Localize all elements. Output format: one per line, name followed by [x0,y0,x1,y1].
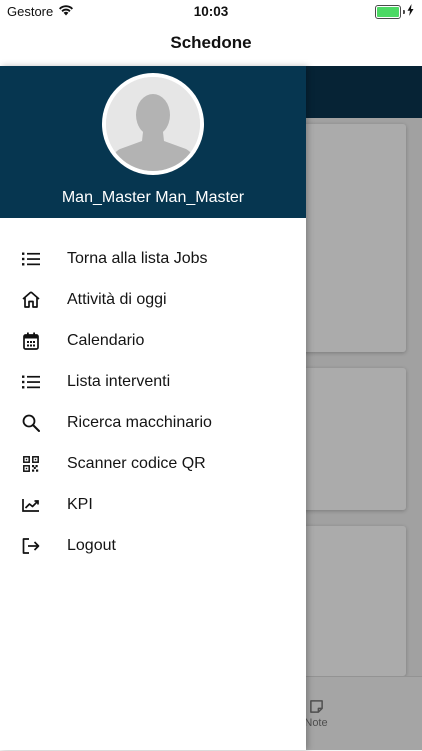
drawer-menu: Torna alla lista Jobs Attività di oggi C… [0,238,306,566]
navigation-bar: Schedone [0,22,422,66]
menu-item-attivita-di-oggi[interactable]: Attività di oggi [0,279,306,320]
menu-item-kpi[interactable]: KPI [0,484,306,525]
navigation-drawer: Man_Master Man_Master Torna alla lista J… [0,66,306,750]
menu-item-lista-interventi[interactable]: Lista interventi [0,361,306,402]
list-icon [20,248,42,270]
user-silhouette-icon [106,77,200,171]
menu-item-ricerca-macchinario[interactable]: Ricerca macchinario [0,402,306,443]
menu-item-label: Calendario [67,331,145,349]
menu-item-label: Ricerca macchinario [67,413,212,431]
qr-code-icon [20,453,42,475]
user-name: Man_Master Man_Master [61,189,245,206]
menu-item-label: Logout [67,536,116,554]
home-icon [20,289,42,311]
page-title: Schedone [170,33,252,52]
battery-icon [375,4,401,19]
menu-item-calendario[interactable]: Calendario [0,320,306,361]
list-icon [20,371,42,393]
menu-item-label: Scanner codice QR [67,454,206,472]
clock: 10:03 [193,4,229,19]
calendar-icon [20,330,42,352]
menu-item-scanner-codice-qr[interactable]: Scanner codice QR [0,443,306,484]
menu-item-label: KPI [67,495,93,513]
charging-bolt-icon [407,4,414,19]
menu-item-torna-alla-lista-jobs[interactable]: Torna alla lista Jobs [0,238,306,279]
status-bar: Gestore 10:03 [0,0,422,22]
menu-item-label: Lista interventi [67,372,171,390]
drawer-header: Man_Master Man_Master [0,66,306,218]
menu-item-label: Torna alla lista Jobs [67,249,208,267]
menu-item-label: Attività di oggi [67,290,167,308]
battery-indicator [375,4,414,19]
trending-up-icon [20,494,42,516]
menu-item-logout[interactable]: Logout [0,525,306,566]
search-icon [20,412,42,434]
logout-icon [20,535,42,557]
avatar [102,73,204,175]
